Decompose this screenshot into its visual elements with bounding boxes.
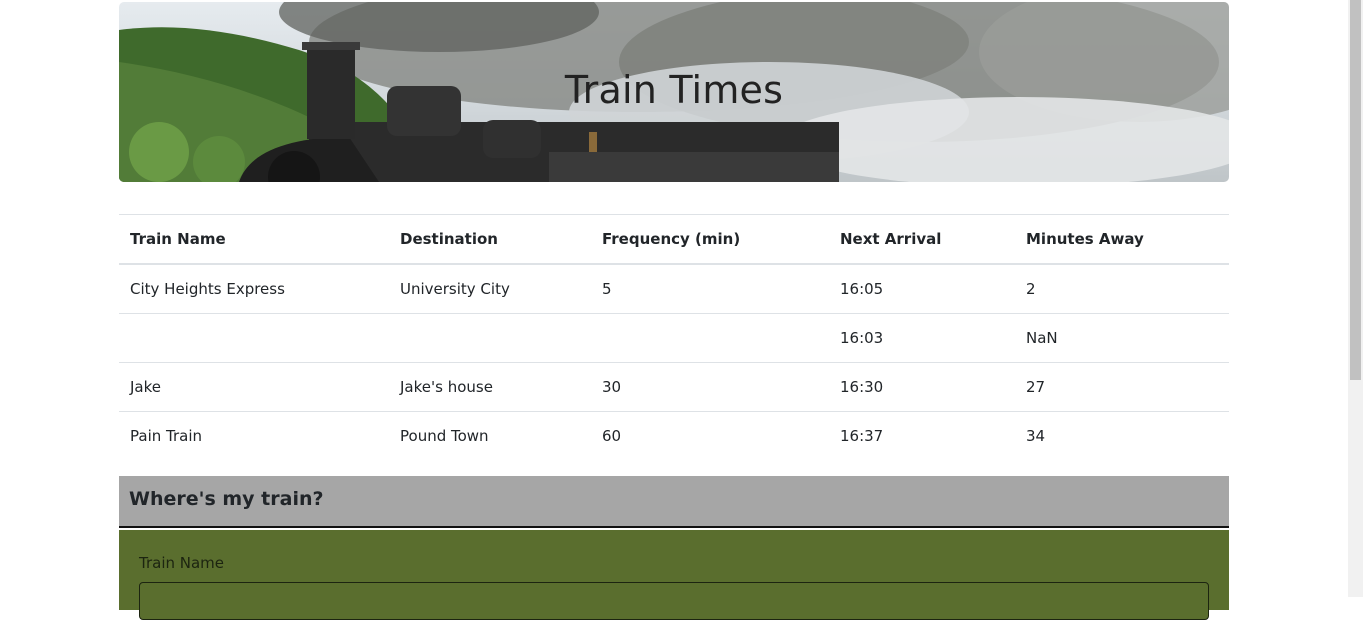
scrollbar-thumb[interactable] [1350, 0, 1361, 380]
table-header-row: Train Name Destination Frequency (min) N… [119, 214, 1229, 265]
cell-train-name: Jake [119, 362, 389, 412]
column-header-train-name: Train Name [119, 214, 389, 265]
cell-train-name [119, 313, 389, 363]
cell-frequency: 30 [591, 362, 829, 412]
cell-destination: University City [389, 263, 591, 314]
cell-minutes-away: NaN [1015, 313, 1229, 363]
cell-frequency [591, 313, 829, 363]
train-name-label: Train Name [139, 554, 225, 572]
train-schedule-table: Train Name Destination Frequency (min) N… [119, 214, 1229, 460]
cell-minutes-away: 27 [1015, 362, 1229, 412]
page-title: Train Times [564, 68, 784, 112]
cell-train-name: Pain Train [119, 411, 389, 460]
table-row: Pain Train Pound Town 60 16:37 34 [119, 411, 1229, 460]
cell-next-arrival: 16:37 [829, 411, 1015, 460]
add-train-heading: Where's my train? [129, 488, 324, 510]
cell-minutes-away: 2 [1015, 263, 1229, 314]
cell-destination: Pound Town [389, 411, 591, 460]
column-header-frequency: Frequency (min) [591, 214, 829, 265]
table-row: Jake Jake's house 30 16:30 27 [119, 362, 1229, 412]
cell-next-arrival: 16:30 [829, 362, 1015, 412]
cell-next-arrival: 16:05 [829, 263, 1015, 314]
cell-train-name: City Heights Express [119, 263, 389, 314]
cell-minutes-away: 34 [1015, 411, 1229, 460]
table-row: 16:03 NaN [119, 313, 1229, 363]
hero-banner: Train Times [119, 2, 1229, 182]
page-scrollbar[interactable] [1348, 0, 1363, 597]
cell-next-arrival: 16:03 [829, 313, 1015, 363]
cell-frequency: 5 [591, 263, 829, 314]
column-header-destination: Destination [389, 214, 591, 265]
column-header-next-arrival: Next Arrival [829, 214, 1015, 265]
column-header-minutes-away: Minutes Away [1015, 214, 1229, 265]
add-train-form: Train Name [119, 530, 1229, 620]
cell-frequency: 60 [591, 411, 829, 460]
train-name-input[interactable] [139, 582, 1209, 620]
add-train-card-header: Where's my train? [119, 476, 1229, 528]
cell-destination [389, 313, 591, 363]
cell-destination: Jake's house [389, 362, 591, 412]
table-row: City Heights Express University City 5 1… [119, 263, 1229, 314]
